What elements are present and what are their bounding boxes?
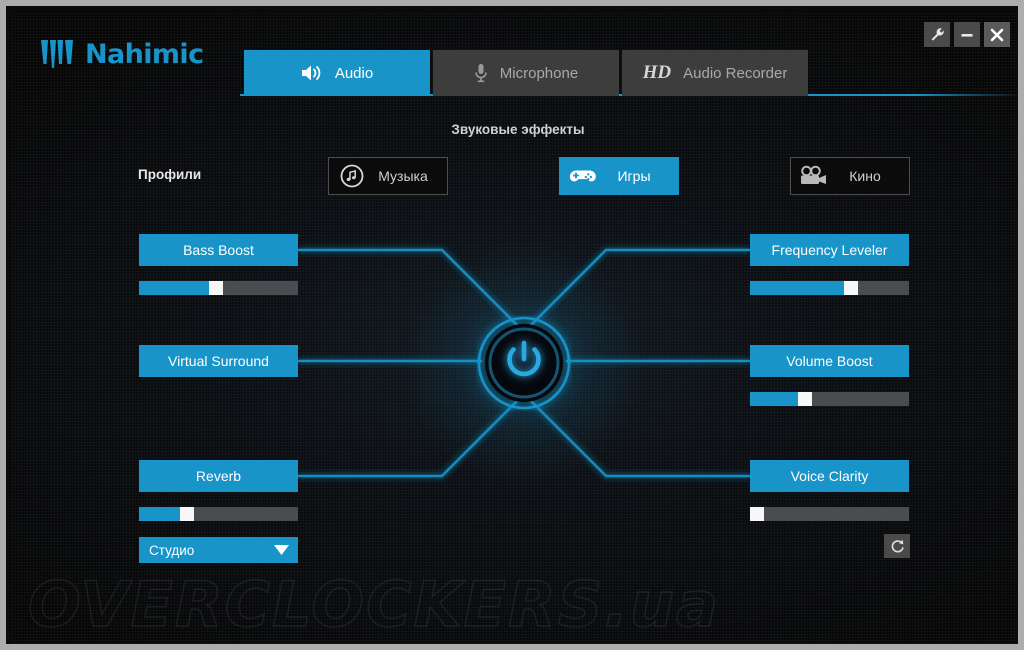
site-watermark: OVERCLOCKERS.ua bbox=[27, 567, 720, 641]
settings-button[interactable] bbox=[924, 22, 950, 47]
gamepad-icon bbox=[560, 166, 606, 186]
app-logo: Nahimic bbox=[40, 38, 204, 70]
slider-fill bbox=[139, 281, 209, 295]
effect-bass-boost: Bass Boost bbox=[139, 234, 298, 295]
tab-audio[interactable]: Audio bbox=[244, 50, 430, 96]
header: Nahimic Audio Microphone HD Audio Record… bbox=[12, 12, 1018, 96]
effect-virtual-surround-button[interactable]: Virtual Surround bbox=[139, 345, 298, 377]
tab-audio-recorder-label: Audio Recorder bbox=[683, 64, 788, 82]
effect-virtual-surround: Virtual Surround bbox=[139, 345, 298, 377]
app-surface: Nahimic Audio Microphone HD Audio Record… bbox=[12, 12, 1018, 644]
profile-movie-label: Кино bbox=[849, 168, 881, 184]
slider-thumb[interactable] bbox=[844, 281, 858, 295]
window-controls bbox=[924, 22, 1010, 47]
chevron-down-icon bbox=[274, 545, 298, 555]
hd-icon: HD bbox=[642, 62, 672, 83]
effect-frequency-leveler-button[interactable]: Frequency Leveler bbox=[750, 234, 909, 266]
profile-music-label: Музыка bbox=[378, 168, 428, 184]
close-icon bbox=[990, 28, 1004, 41]
effect-volume-boost: Volume Boost bbox=[750, 345, 909, 406]
effect-volume-boost-slider[interactable] bbox=[750, 392, 909, 406]
reverb-preset-dropdown[interactable]: Студио bbox=[139, 537, 298, 563]
app-name: Nahimic bbox=[85, 38, 204, 70]
slider-thumb[interactable] bbox=[750, 507, 764, 521]
effect-voice-clarity-slider[interactable] bbox=[750, 507, 909, 521]
refresh-icon bbox=[891, 539, 904, 552]
slider-thumb[interactable] bbox=[209, 281, 223, 295]
tab-microphone[interactable]: Microphone bbox=[433, 50, 619, 96]
music-note-icon bbox=[329, 163, 375, 189]
slider-thumb[interactable] bbox=[180, 507, 194, 521]
power-button[interactable] bbox=[476, 315, 572, 411]
profile-button-music[interactable]: Музыка bbox=[328, 157, 448, 195]
slider-thumb[interactable] bbox=[798, 392, 812, 406]
profile-games-label: Игры bbox=[617, 168, 651, 184]
effect-frequency-leveler: Frequency Leveler bbox=[750, 234, 909, 295]
tab-audio-recorder[interactable]: HD Audio Recorder bbox=[622, 50, 808, 96]
tab-audio-label: Audio bbox=[334, 64, 374, 82]
effect-volume-boost-button[interactable]: Volume Boost bbox=[750, 345, 909, 377]
movie-camera-icon bbox=[791, 165, 837, 187]
slider-fill bbox=[750, 281, 844, 295]
minimize-button[interactable] bbox=[954, 22, 980, 47]
slider-fill bbox=[750, 392, 798, 406]
wrench-icon bbox=[931, 28, 944, 41]
effect-bass-boost-slider[interactable] bbox=[139, 281, 298, 295]
minimize-icon bbox=[961, 33, 973, 37]
close-button[interactable] bbox=[984, 22, 1010, 47]
effect-bass-boost-button[interactable]: Bass Boost bbox=[139, 234, 298, 266]
microphone-icon bbox=[474, 64, 487, 83]
effect-voice-clarity: Voice Clarity bbox=[750, 460, 909, 521]
profile-button-movie[interactable]: Кино bbox=[790, 157, 910, 195]
speaker-icon bbox=[301, 65, 321, 81]
profiles-label: Профили bbox=[138, 167, 202, 182]
profile-button-games[interactable]: Игры bbox=[559, 157, 679, 195]
nahimic-logo-icon bbox=[41, 40, 73, 68]
effect-reverb-slider[interactable] bbox=[139, 507, 298, 521]
tab-microphone-label: Microphone bbox=[499, 64, 579, 82]
reverb-preset-value: Студио bbox=[149, 542, 195, 558]
slider-fill bbox=[139, 507, 180, 521]
application-window: Nahimic Audio Microphone HD Audio Record… bbox=[0, 0, 1024, 650]
main-tabs: Audio Microphone HD Audio Recorder bbox=[244, 50, 811, 96]
effect-frequency-leveler-slider[interactable] bbox=[750, 281, 909, 295]
effect-reverb-button[interactable]: Reverb bbox=[139, 460, 298, 492]
effect-reverb: Reverb bbox=[139, 460, 298, 521]
effect-voice-clarity-button[interactable]: Voice Clarity bbox=[750, 460, 909, 492]
reset-button[interactable] bbox=[884, 534, 910, 558]
section-title: Звуковые эффекты bbox=[451, 122, 585, 137]
